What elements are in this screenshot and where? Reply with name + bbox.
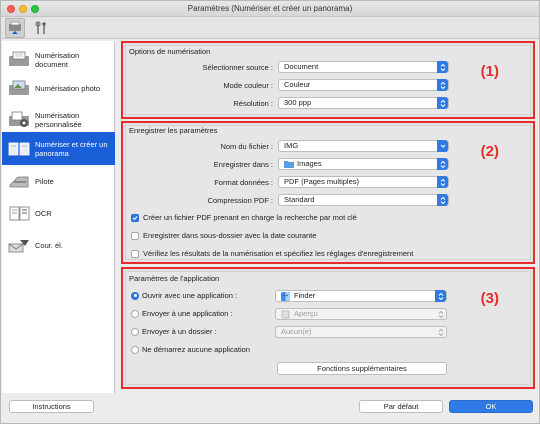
scan-options-section: Options de numérisation (1) Sélectionner… — [121, 41, 535, 119]
filename-label: Nom du fichier : — [220, 142, 273, 151]
chevron-updown-icon — [437, 176, 448, 188]
tab-scan-settings[interactable] — [5, 18, 25, 38]
searchable-pdf-checkbox[interactable]: Créer un fichier PDF prenant en charge l… — [131, 213, 357, 222]
application-settings-section: Paramètres de l'application (3) Ouvrir a… — [121, 267, 535, 389]
send-to-app-radio[interactable]: Envoyer à une application : — [131, 309, 232, 318]
sidebar-item-label: OCR — [35, 209, 52, 218]
pdf-compression-label: Compression PDF : — [207, 196, 273, 205]
resolution-label: Résolution : — [233, 99, 273, 108]
date-subfolder-checkbox[interactable]: Enregistrer dans sous-dossier avec la da… — [131, 231, 316, 240]
checkmark-icon — [131, 213, 139, 222]
callout-number: (3) — [480, 290, 499, 307]
chevron-updown-icon — [437, 79, 448, 91]
toolbar — [1, 17, 539, 39]
scan-settings-icon — [9, 21, 21, 34]
ocr-icon — [9, 206, 30, 220]
no-app-radio[interactable]: Ne démarrez aucune application — [131, 345, 250, 354]
ok-button[interactable]: OK — [449, 400, 533, 413]
document-scan-icon — [9, 51, 29, 66]
more-functions-button[interactable]: Fonctions supplémentaires — [277, 362, 447, 375]
photo-scan-icon — [9, 80, 29, 95]
sidebar-item-label: Numérisation document — [35, 50, 80, 69]
section-title: Enregistrer les paramètres — [129, 126, 218, 135]
sidebar-item-label: Pilote — [35, 177, 54, 186]
chevron-updown-icon — [437, 194, 448, 206]
chevron-updown-icon — [435, 290, 446, 302]
data-format-select[interactable]: PDF (Pages multiples) — [278, 176, 449, 188]
verify-results-checkbox[interactable]: Vérifiez les résultats de la numérisatio… — [131, 249, 413, 258]
title-bar: Paramètres (Numériser et créer un panora… — [1, 1, 539, 17]
folder-icon — [284, 161, 294, 168]
section-title: Paramètres de l'application — [129, 274, 220, 283]
chevron-updown-icon — [437, 61, 448, 73]
section-title: Options de numérisation — [129, 47, 211, 56]
data-format-label: Format données : — [214, 178, 273, 187]
sidebar-item-driver[interactable]: Pilote — [2, 165, 115, 198]
pdf-compression-select[interactable]: Standard — [278, 194, 449, 206]
sidebar-item-label: Numérisation personnalisée — [35, 110, 82, 129]
sidebar-item-label: Numériser et créer un panorama — [35, 139, 108, 158]
source-select[interactable]: Document — [278, 61, 449, 73]
driver-icon — [9, 176, 29, 187]
preview-icon — [281, 310, 290, 318]
color-mode-select[interactable]: Couleur — [278, 79, 449, 91]
filename-combo[interactable]: IMG — [278, 140, 449, 152]
tools-icon — [35, 21, 46, 34]
window-title: Paramètres (Numériser et créer un panora… — [187, 4, 353, 13]
instructions-button[interactable]: Instructions — [9, 400, 94, 413]
callout-number: (2) — [480, 143, 499, 160]
save-in-select[interactable]: Images — [278, 158, 449, 170]
chevron-updown-icon — [437, 97, 448, 109]
finder-icon — [281, 291, 290, 301]
panorama-icon — [8, 142, 30, 155]
chevron-down-icon — [437, 140, 448, 152]
sidebar-item-photo-scan[interactable]: Numérisation photo — [2, 72, 115, 105]
color-mode-label: Mode couleur : — [223, 81, 273, 90]
send-to-folder-select[interactable]: Aucun(e) — [275, 326, 447, 338]
send-to-folder-radio[interactable]: Envoyer à un dossier : — [131, 327, 217, 336]
chevron-updown-icon — [435, 326, 446, 338]
chevron-updown-icon — [435, 308, 446, 320]
callout-number: (1) — [480, 63, 499, 80]
resolution-select[interactable]: 300 ppp — [278, 97, 449, 109]
open-with-app-radio[interactable]: Ouvrir avec une application : — [131, 291, 237, 300]
sidebar-item-email[interactable]: Cour. él. — [2, 229, 115, 262]
source-label: Sélectionner source : — [202, 63, 273, 72]
tab-general-settings[interactable] — [31, 18, 51, 38]
save-in-label: Enregistrer dans : — [213, 160, 273, 169]
sidebar-item-label: Cour. él. — [35, 241, 63, 250]
save-settings-section: Enregistrer les paramètres (2) Nom du fi… — [121, 121, 535, 264]
sidebar-item-panorama[interactable]: Numériser et créer un panorama — [2, 132, 115, 165]
email-icon — [8, 239, 29, 252]
custom-scan-icon — [9, 111, 29, 127]
open-with-app-select[interactable]: Finder — [275, 290, 447, 302]
send-to-app-select[interactable]: Aperçu — [275, 308, 447, 320]
settings-window: Paramètres (Numériser et créer un panora… — [0, 0, 540, 424]
sidebar-item-label: Numérisation photo — [35, 84, 101, 93]
sidebar-item-ocr[interactable]: OCR — [2, 197, 115, 230]
defaults-button[interactable]: Par défaut — [359, 400, 443, 413]
sidebar: Numérisation document Numérisation photo… — [2, 41, 115, 393]
chevron-updown-icon — [437, 158, 448, 170]
